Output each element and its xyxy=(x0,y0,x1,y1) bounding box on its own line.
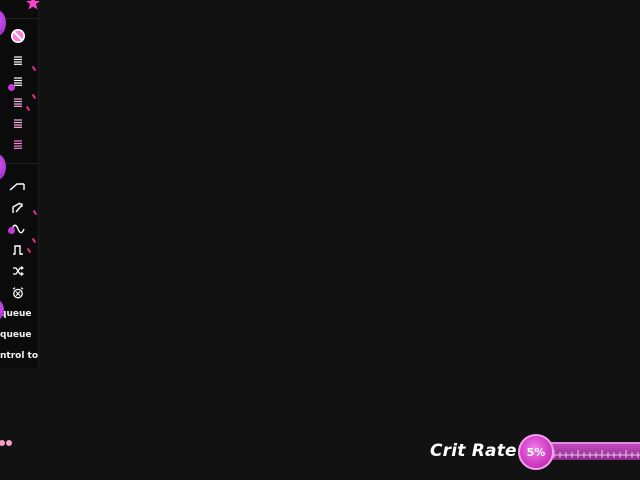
crit-rate-orb: 5% xyxy=(518,434,554,470)
pink-dot xyxy=(0,440,5,446)
control-toy-label: ntrol toy xyxy=(0,351,38,361)
crit-rate-ticks xyxy=(548,450,640,458)
control-toolbar: queue queue ntrol toy xyxy=(0,0,40,368)
crit-rate-label: Crit Rate xyxy=(430,441,517,461)
crit-rate-bar xyxy=(548,442,640,460)
queue-button-2[interactable]: queue xyxy=(0,327,38,343)
queue-label: queue xyxy=(0,309,32,319)
control-toy-button[interactable]: ntrol toy xyxy=(0,348,38,364)
crit-rate-value: 5% xyxy=(526,445,546,459)
alarm-clock-icon[interactable] xyxy=(8,284,28,302)
ramp-wave-icon[interactable] xyxy=(8,177,26,195)
purple-dot xyxy=(8,84,15,91)
list-icon[interactable] xyxy=(8,93,28,111)
no-entry-icon[interactable] xyxy=(8,27,28,45)
list-icon[interactable] xyxy=(8,51,28,69)
game-stage: queue queue ntrol toy Crit Rate 5% xyxy=(0,0,640,480)
sawtooth-wave-icon[interactable] xyxy=(8,199,28,217)
queue-label: queue xyxy=(0,330,32,340)
list-icon[interactable] xyxy=(8,135,28,153)
square-wave-icon[interactable] xyxy=(8,241,28,259)
purple-dot xyxy=(8,227,15,234)
list-icon[interactable] xyxy=(8,114,28,132)
star-icon[interactable] xyxy=(26,0,40,10)
pink-dot xyxy=(6,440,12,446)
shuffle-icon[interactable] xyxy=(8,262,28,280)
queue-button-1[interactable]: queue xyxy=(0,306,38,322)
